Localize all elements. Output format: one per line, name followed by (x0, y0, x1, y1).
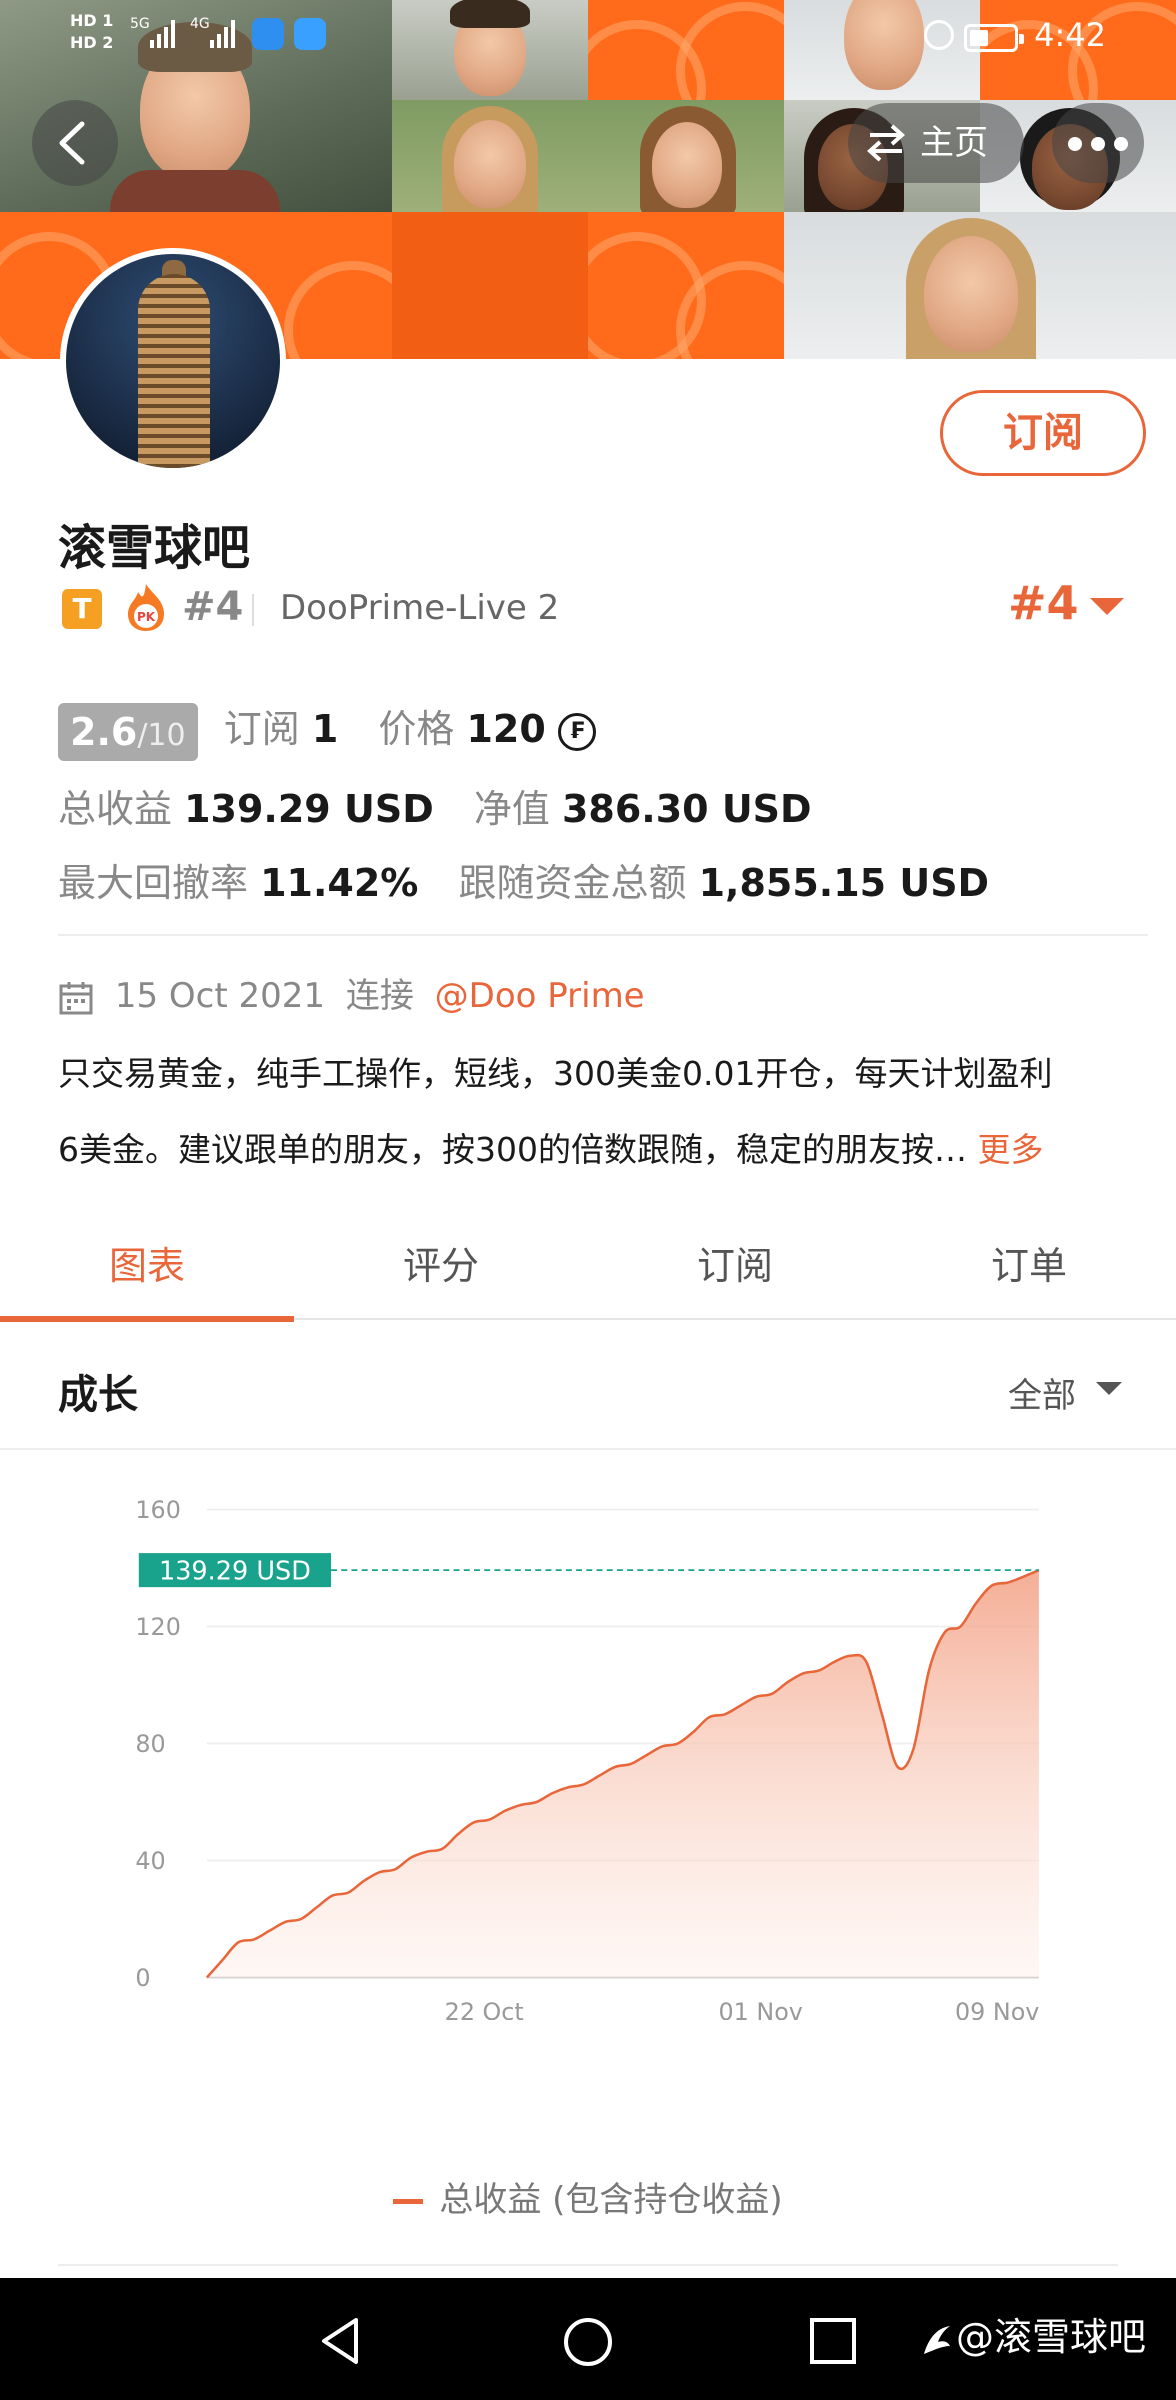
tab-chart[interactable]: 图表 (0, 1224, 294, 1322)
sim-indicator: HD 1 HD 2 (70, 11, 114, 52)
banner-tile (588, 212, 784, 359)
back-icon (59, 121, 85, 165)
divider (58, 934, 1148, 936)
growth-chart: 0 40 80 120 160 139.29 USD 22 Oct 01 Nov 09 No… (135, 1496, 1040, 2020)
chart-area (206, 1570, 1039, 1978)
nav-home-icon[interactable] (562, 2316, 614, 2368)
tab-rating[interactable]: 评分 (294, 1224, 588, 1320)
network-type: 4G (190, 16, 210, 32)
subs-value: 1 (311, 707, 339, 751)
avatar[interactable] (60, 248, 286, 474)
current-value-label: 139.29 USD (159, 1556, 311, 1586)
banner-photo (588, 100, 784, 212)
legend-swatch (393, 2199, 424, 2204)
brand-logo-icon (924, 2325, 950, 2354)
chevron-down-icon (1090, 598, 1124, 615)
alarm-icon (924, 20, 954, 50)
more-icon (1068, 137, 1082, 151)
stats-row-3: 最大回撤率 11.42% 跟随资金总额 1,855.15 USD (58, 861, 990, 905)
banner-photo (392, 100, 588, 212)
t-badge: T (62, 589, 102, 629)
broker-link[interactable]: @Doo Prime (435, 976, 645, 1016)
total-profit-value: 139.29 USD (184, 787, 434, 831)
page-title: 滚雪球吧 (58, 520, 251, 576)
pk-fire-icon: PK (128, 584, 164, 631)
more-button[interactable] (1052, 103, 1144, 183)
x-tick-label: 01 Nov (719, 1998, 803, 2020)
stats-row-2: 总收益 139.29 USD 净值 386.30 USD (58, 787, 812, 831)
x-tick-label: 09 Nov (955, 1998, 1039, 2020)
y-tick-label: 0 (135, 1964, 150, 1992)
y-tick-label: 120 (135, 1613, 180, 1641)
x-tick-label: 22 Oct (445, 1998, 524, 2020)
subscribe-button[interactable]: 订阅 (940, 390, 1146, 476)
clock: 4:42 (1034, 16, 1106, 54)
back-button[interactable] (32, 100, 118, 186)
banner-photo (784, 212, 1176, 359)
signal-icon (150, 20, 175, 48)
more-link[interactable]: 更多 (977, 1130, 1043, 1169)
divider (58, 2264, 1118, 2266)
network-type: 5G (130, 16, 150, 32)
joined-info: 15 Oct 2021 连接 @Doo Prime (58, 968, 645, 1017)
divider (252, 594, 254, 626)
swap-icon (867, 124, 905, 162)
tab-orders[interactable]: 订单 (882, 1224, 1176, 1320)
coin-icon: ₣ (557, 712, 596, 751)
follow-funds-value: 1,855.15 USD (698, 861, 990, 905)
search-app-icon (252, 18, 284, 50)
tab-bar: 图表 评分 订阅 订单 (0, 1224, 1176, 1322)
signal-icon (210, 20, 235, 48)
stats-row-1: 2.6/10 订阅 1 价格 120 ₣ (58, 698, 596, 761)
description: 只交易黄金，纯手工操作，短线，300美金0.01开仓，每天计划盈利 6美金。建议… (58, 1054, 1053, 1169)
price-value: 120 (466, 707, 546, 751)
chart-legend: 总收益 (包含持仓收益) (0, 2172, 1176, 2221)
home-label: 主页 (920, 123, 988, 163)
app-icon (294, 18, 326, 50)
range-dropdown[interactable]: 全部 (1008, 1368, 1122, 1417)
banner-tile (392, 212, 588, 359)
server-name: DooPrime-Live 2 (280, 588, 560, 628)
y-tick-label: 80 (135, 1730, 165, 1758)
profile-tags: T PK #4 DooPrime-Live 2 (62, 580, 1162, 640)
equity-value: 386.30 USD (561, 787, 812, 831)
score-badge: 2.6/10 (58, 702, 198, 761)
section-title: 成长 (58, 1372, 138, 1418)
battery-icon (964, 24, 1024, 52)
calendar-icon (59, 981, 93, 1014)
home-button[interactable]: 主页 (848, 103, 1024, 183)
nav-back-icon[interactable] (316, 2316, 366, 2366)
rank-label: #4 (182, 584, 244, 630)
y-tick-label: 160 (135, 1496, 180, 1524)
growth-header: 成长 全部 (0, 1322, 1176, 1450)
tab-subscribe[interactable]: 订阅 (588, 1224, 882, 1320)
avatar-image (66, 254, 280, 468)
max-drawdown-value: 11.42% (260, 861, 419, 905)
rank-dropdown[interactable]: #4 (1008, 576, 1124, 630)
chevron-down-icon (1096, 1382, 1122, 1395)
nav-recents-icon[interactable] (808, 2316, 858, 2366)
y-tick-label: 40 (135, 1847, 165, 1875)
svg-text:PK: PK (137, 610, 156, 624)
status-bar: HD 1 HD 2 5G 4G 4:42 (0, 0, 1176, 72)
watermark: @滚雪球吧 (916, 2306, 1146, 2361)
